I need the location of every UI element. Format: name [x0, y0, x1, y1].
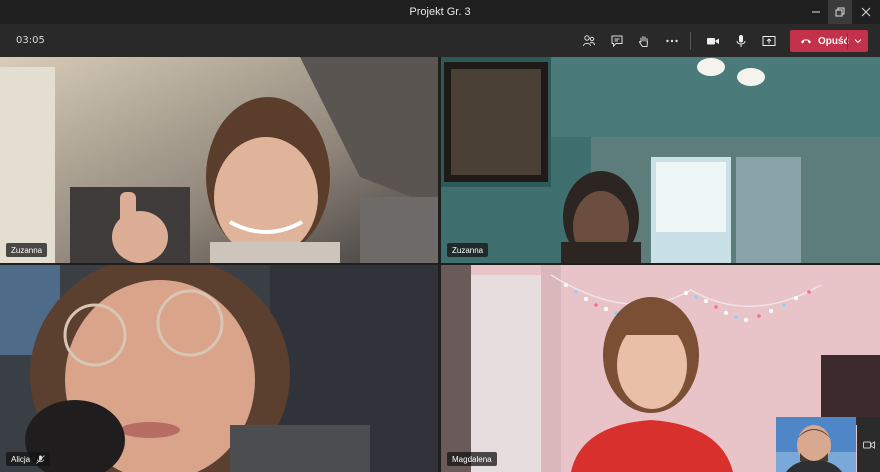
more-actions-button[interactable] — [661, 30, 683, 52]
minimize-icon — [812, 11, 820, 13]
self-preview-video[interactable] — [776, 417, 856, 472]
video-feed-image — [0, 265, 438, 472]
video-tile-2[interactable]: Zuzanna — [441, 57, 880, 263]
participant-nameplate: Magdalena — [447, 452, 497, 466]
participant-name: Zuzanna — [11, 245, 43, 255]
participant-name: Zuzanna — [452, 245, 484, 255]
self-video-feed-image — [776, 417, 856, 472]
participant-nameplate: Zuzanna — [6, 243, 48, 257]
restore-button[interactable] — [828, 0, 852, 24]
chat-button[interactable] — [606, 30, 628, 52]
window-titlebar: Projekt Gr. 3 — [0, 0, 880, 24]
meeting-toolbar: 03:05 Opuść — [0, 24, 880, 57]
camera-toggle-button[interactable] — [702, 30, 724, 52]
chat-icon — [611, 35, 623, 48]
video-tile-1[interactable]: Zuzanna — [0, 57, 438, 263]
leave-phone-icon — [801, 39, 811, 44]
share-screen-button[interactable] — [758, 30, 780, 52]
more-icon — [666, 39, 678, 43]
mic-icon — [736, 35, 746, 47]
participant-nameplate: Zuzanna — [447, 243, 489, 257]
mic-toggle-button[interactable] — [730, 30, 752, 52]
window-title: Projekt Gr. 3 — [409, 6, 471, 18]
call-timer: 03:05 — [16, 35, 45, 46]
leave-button[interactable]: Opuść — [790, 30, 849, 52]
participant-name: Magdalena — [452, 454, 492, 464]
video-feed-image — [441, 57, 880, 263]
self-preview-camera-button[interactable] — [857, 417, 880, 472]
chevron-down-icon — [854, 39, 862, 44]
share-icon — [762, 36, 776, 46]
participants-button[interactable] — [578, 30, 600, 52]
leave-options-button[interactable] — [848, 30, 868, 52]
raise-hand-button[interactable] — [633, 30, 655, 52]
close-icon — [861, 7, 871, 17]
close-button[interactable] — [852, 0, 880, 24]
leave-label: Opuść — [818, 35, 850, 47]
leave-button-group: Opuść — [790, 30, 868, 52]
minimize-button[interactable] — [804, 0, 828, 24]
toolbar-divider — [690, 32, 691, 50]
video-feed-image — [0, 57, 438, 263]
participants-icon — [583, 35, 595, 47]
raise-hand-icon — [639, 36, 648, 47]
mic-muted-icon — [36, 454, 45, 464]
restore-icon — [835, 7, 845, 17]
window-controls — [804, 0, 880, 24]
participant-name: Alicja — [11, 454, 31, 464]
camera-icon — [707, 38, 719, 45]
camera-icon — [862, 440, 875, 449]
participant-nameplate: Alicja — [6, 452, 51, 466]
video-tile-3[interactable]: Alicja — [0, 265, 438, 472]
